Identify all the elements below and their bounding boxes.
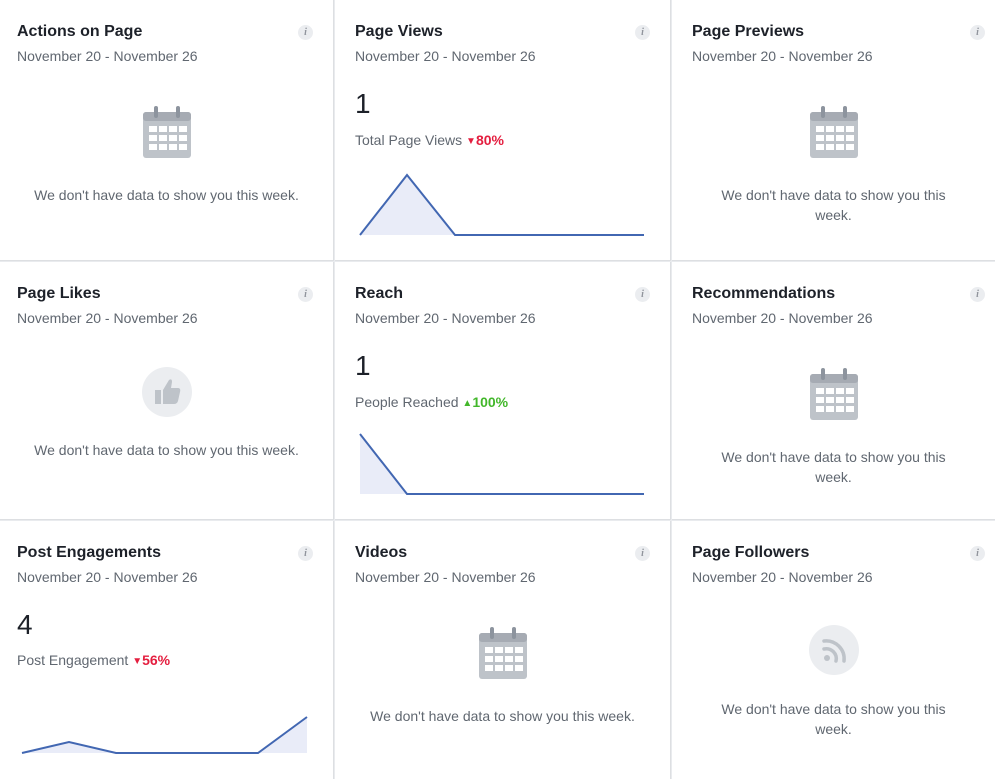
info-icon[interactable]: i xyxy=(970,25,985,40)
info-icon[interactable]: i xyxy=(298,287,313,302)
date-range: November 20 - November 26 xyxy=(692,569,873,585)
calendar-icon xyxy=(477,625,529,686)
card-post-engagements[interactable]: Post Engagements November 20 - November … xyxy=(0,521,334,779)
info-icon[interactable]: i xyxy=(970,546,985,561)
sparkline-chart xyxy=(359,173,644,236)
date-range: November 20 - November 26 xyxy=(355,569,536,585)
info-icon[interactable]: i xyxy=(635,546,650,561)
empty-message: We don't have data to show you this week… xyxy=(721,701,946,737)
card-title[interactable]: Actions on Page xyxy=(17,23,142,41)
card-page-followers[interactable]: Page Followers November 20 - November 26… xyxy=(672,521,995,779)
card-title[interactable]: Recommendations xyxy=(692,285,835,303)
calendar-icon xyxy=(808,366,860,427)
card-reach[interactable]: Reach November 20 - November 26 i 1 Peop… xyxy=(335,262,671,520)
empty-message: We don't have data to show you this week… xyxy=(721,449,946,485)
info-icon[interactable]: i xyxy=(970,287,985,302)
empty-message: We don't have data to show you this week… xyxy=(370,708,635,724)
rss-icon xyxy=(808,624,860,681)
card-page-views[interactable]: Page Views November 20 - November 26 i 1… xyxy=(335,0,671,261)
card-recommendations[interactable]: Recommendations November 20 - November 2… xyxy=(672,262,995,520)
card-title[interactable]: Page Likes xyxy=(17,285,101,303)
empty-message: We don't have data to show you this week… xyxy=(721,187,946,223)
card-videos[interactable]: Videos November 20 - November 26 i We do… xyxy=(335,521,671,779)
card-page-previews[interactable]: Page Previews November 20 - November 26 … xyxy=(672,0,995,261)
thumbs-up-icon xyxy=(141,366,193,423)
calendar-icon xyxy=(141,104,193,165)
date-range: November 20 - November 26 xyxy=(17,310,198,326)
sparkline-chart xyxy=(21,716,308,754)
card-title[interactable]: Page Followers xyxy=(692,544,809,562)
date-range: November 20 - November 26 xyxy=(692,48,873,64)
empty-message: We don't have data to show you this week… xyxy=(34,187,299,203)
card-title[interactable]: Page Previews xyxy=(692,23,804,41)
card-page-likes[interactable]: Page Likes November 20 - November 26 i W… xyxy=(0,262,334,520)
card-title[interactable]: Videos xyxy=(355,544,407,562)
empty-message: We don't have data to show you this week… xyxy=(34,442,299,458)
card-actions-on-page[interactable]: Actions on Page November 20 - November 2… xyxy=(0,0,334,261)
calendar-icon xyxy=(808,104,860,165)
date-range: November 20 - November 26 xyxy=(17,48,198,64)
info-icon[interactable]: i xyxy=(298,25,313,40)
date-range: November 20 - November 26 xyxy=(692,310,873,326)
sparkline-chart xyxy=(359,433,644,495)
